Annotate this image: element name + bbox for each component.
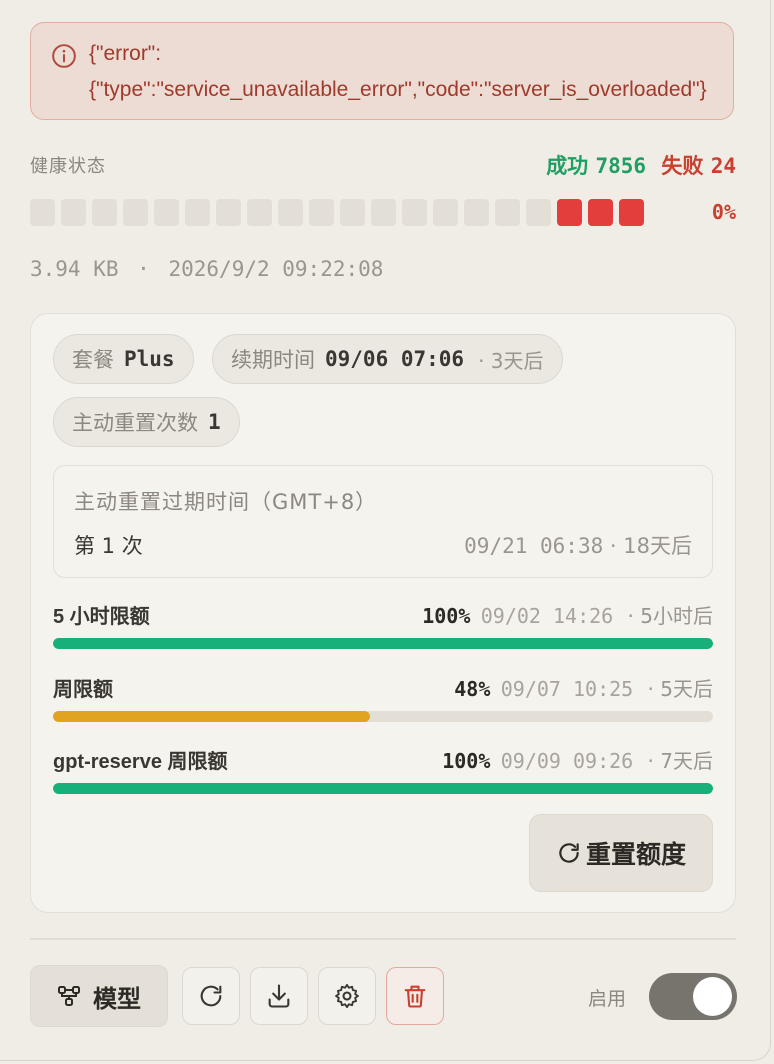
health-segment (433, 199, 458, 226)
reset-expiry-box: 主动重置过期时间（GMT+8） 第 1 次 09/21 06:38 · 18天后 (53, 465, 713, 578)
reset-expiry-relative: · 18天后 (609, 534, 692, 558)
quota-relative: · 5小时后 (627, 604, 713, 628)
delete-button[interactable] (386, 967, 444, 1025)
plan-chip: 套餐 Plus (53, 334, 194, 384)
refresh-icon (559, 843, 579, 863)
meta-line: 3.94 KB · 2026/9/2 09:22:08 (30, 257, 383, 281)
health-segment (495, 199, 520, 226)
quota-reset-time: 09/02 14:26 (480, 604, 614, 628)
health-segment-fail (557, 199, 582, 226)
quota-reset-time: 09/07 10:25 (500, 677, 634, 701)
fail-count: 24 (710, 154, 736, 178)
renew-chip: 续期时间 09/06 07:06 · 3天后 (212, 334, 563, 384)
settings-button[interactable] (318, 967, 376, 1025)
health-segment (278, 199, 303, 226)
reset-expiry-count: 第 1 次 (74, 534, 143, 558)
health-segment (185, 199, 210, 226)
health-segment (30, 199, 55, 226)
renew-relative: · 3天后 (478, 348, 544, 373)
health-stats: 成功 7856 失败 24 (546, 150, 736, 180)
quota-info: 100% 09/09 09:26 · 7天后 (442, 745, 713, 774)
quota-progress-fill (53, 783, 713, 794)
success-count: 7856 (595, 154, 647, 178)
health-segment-fail (588, 199, 613, 226)
model-button[interactable]: 模型 (30, 965, 168, 1027)
plan-value: Plus (124, 347, 175, 371)
health-segment (371, 199, 396, 226)
enable-toggle[interactable] (649, 973, 737, 1020)
quota-progress-fill (53, 711, 370, 722)
quota-percent: 100% (422, 604, 471, 628)
quota-label: 5 小时限额 (53, 606, 150, 628)
quota-panel: 套餐 Plus 续期时间 09/06 07:06 · 3天后 主动重置次数 1 … (30, 313, 736, 913)
health-percent: 0% (711, 200, 736, 224)
reset-quota-button[interactable]: 重置额度 (529, 814, 713, 892)
health-title: 健康状态 (30, 156, 106, 177)
reset-count-label: 主动重置次数 (72, 411, 198, 435)
health-segment (61, 199, 86, 226)
meta-separator: · (137, 257, 150, 281)
reset-expiry-time: 09/21 06:38 · 18天后 (464, 530, 692, 560)
reset-expiry-datetime: 09/21 06:38 (464, 534, 604, 558)
plan-label: 套餐 (72, 348, 114, 372)
health-segment (92, 199, 117, 226)
quota-percent: 48% (454, 677, 491, 701)
success-label: 成功 (546, 154, 589, 178)
divider (30, 938, 736, 940)
download-icon (268, 984, 290, 1008)
reset-count-chip: 主动重置次数 1 (53, 397, 240, 447)
health-segment (340, 199, 365, 226)
trash-icon (404, 985, 426, 1008)
quota-progress-track (53, 783, 713, 794)
reset-quota-label: 重置额度 (585, 840, 686, 869)
quota-progress-track (53, 638, 713, 649)
error-text-line1: {"error": (89, 42, 162, 65)
info-icon (52, 44, 76, 68)
health-segment (216, 199, 241, 226)
quota-reset-time: 09/09 09:26 (500, 749, 634, 773)
reset-expiry-title: 主动重置过期时间（GMT+8） (74, 490, 378, 514)
refresh-button[interactable] (182, 967, 240, 1025)
gear-icon (335, 983, 359, 1009)
timestamp: 2026/9/2 09:22:08 (168, 257, 384, 281)
health-segment (123, 199, 148, 226)
enable-label: 启用 (588, 988, 627, 1010)
health-segment-fail (619, 199, 644, 226)
health-segment (402, 199, 427, 226)
download-button[interactable] (250, 967, 308, 1025)
quota-relative: · 5天后 (647, 677, 713, 701)
renew-label: 续期时间 (231, 348, 315, 372)
error-banner: {"error": {"type":"service_unavailable_e… (30, 22, 734, 120)
error-text-line2: {"type":"service_unavailable_error","cod… (89, 78, 707, 101)
health-segment (526, 199, 551, 226)
quota-relative: · 7天后 (647, 749, 713, 773)
reset-count-value: 1 (208, 410, 221, 434)
nodes-icon (58, 986, 80, 1006)
renew-value: 09/06 07:06 (325, 347, 465, 371)
quota-progress-track (53, 711, 713, 722)
quota-info: 48% 09/07 10:25 · 5天后 (454, 673, 713, 702)
health-segment (247, 199, 272, 226)
health-segment (309, 199, 334, 226)
model-label: 模型 (93, 984, 141, 1013)
quota-info: 100% 09/02 14:26 · 5小时后 (422, 600, 713, 629)
file-size: 3.94 KB (30, 257, 119, 281)
quota-progress-fill (53, 638, 713, 649)
health-segment (154, 199, 179, 226)
quota-percent: 100% (442, 749, 491, 773)
quota-label: 周限额 (53, 679, 113, 701)
fail-label: 失败 (661, 154, 704, 178)
refresh-icon (200, 985, 222, 1007)
quota-label: gpt-reserve 周限额 (53, 751, 228, 773)
health-segment (464, 199, 489, 226)
health-bar (30, 199, 644, 226)
toggle-knob (693, 977, 732, 1016)
